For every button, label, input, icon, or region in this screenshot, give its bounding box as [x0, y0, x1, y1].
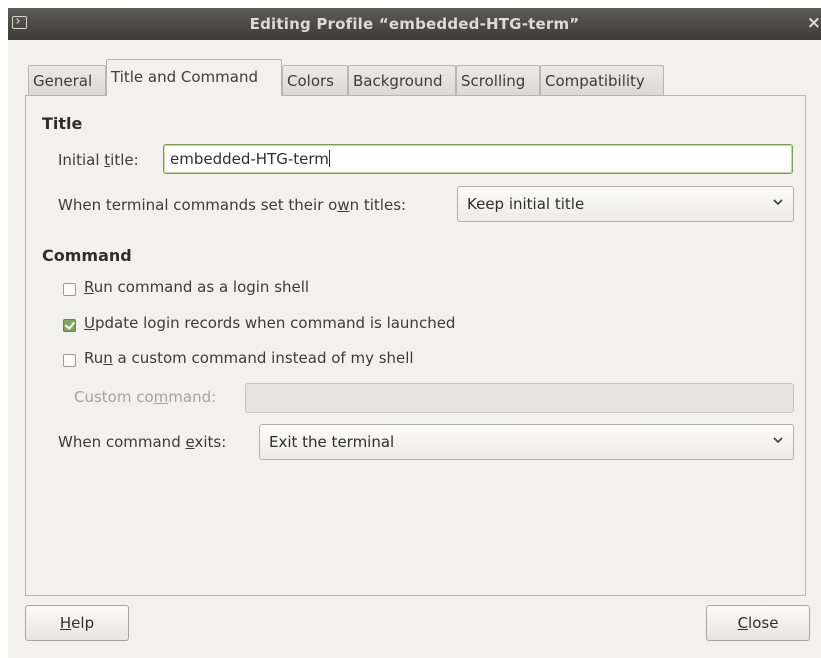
chevron-down-icon: [772, 195, 784, 209]
close-icon[interactable]: ×: [807, 13, 821, 33]
dialog-window: Editing Profile “embedded-HTG-term” × Ge…: [8, 8, 821, 658]
initial-title-value: embedded-HTG-term: [170, 150, 329, 168]
command-exit-value: Exit the terminal: [269, 433, 395, 451]
dynamic-title-label: When terminal commands set their own tit…: [58, 196, 407, 214]
command-section-heading: Command: [42, 246, 132, 265]
tab-panel: Title Initial title: embedded-HTG-term W…: [25, 95, 806, 596]
tab-colors[interactable]: Colors: [282, 65, 348, 95]
title-bar[interactable]: Editing Profile “embedded-HTG-term” ×: [8, 8, 821, 40]
update-records-label[interactable]: Update login records when command is lau…: [84, 314, 455, 332]
help-button[interactable]: Help: [25, 605, 129, 641]
tab-scrolling[interactable]: Scrolling: [456, 65, 540, 95]
dynamic-title-combo[interactable]: Keep initial title: [457, 186, 794, 222]
chevron-down-icon: [772, 433, 784, 447]
login-shell-checkbox[interactable]: [63, 283, 76, 296]
initial-title-input[interactable]: embedded-HTG-term: [163, 144, 793, 174]
custom-command-input[interactable]: [245, 383, 794, 413]
custom-command-checkbox-label[interactable]: Run a custom command instead of my shell: [84, 349, 414, 367]
custom-command-label: Custom command:: [74, 388, 217, 406]
dynamic-title-value: Keep initial title: [467, 195, 585, 213]
command-exit-combo[interactable]: Exit the terminal: [259, 424, 794, 460]
tab-title-and-command[interactable]: Title and Command: [106, 59, 282, 96]
window-title: Editing Profile “embedded-HTG-term”: [249, 15, 580, 33]
login-shell-label[interactable]: Run command as a login shell: [84, 278, 309, 296]
update-records-checkbox[interactable]: [63, 319, 76, 332]
custom-command-checkbox[interactable]: [63, 354, 76, 367]
tab-compatibility[interactable]: Compatibility: [540, 65, 664, 95]
tab-general[interactable]: General: [28, 65, 106, 95]
command-exit-label: When command exits:: [58, 433, 227, 451]
tab-background[interactable]: Background: [348, 65, 456, 95]
initial-title-label: Initial title:: [58, 151, 139, 169]
text-caret: [328, 150, 330, 167]
close-button[interactable]: Close: [706, 605, 810, 641]
title-section-heading: Title: [42, 114, 83, 133]
